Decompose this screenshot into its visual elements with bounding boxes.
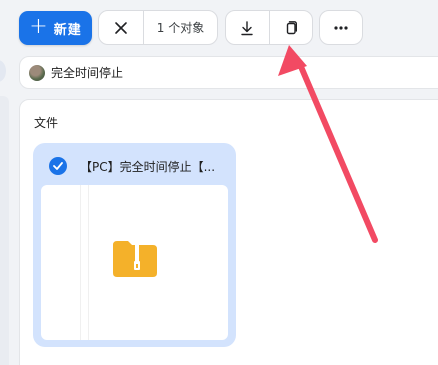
more-horizontal-icon [334, 25, 348, 30]
breadcrumb-folder-name[interactable]: 完全时间停止 [51, 64, 123, 81]
file-actions-toolbar [225, 10, 313, 45]
new-button[interactable]: + 新建 [19, 11, 92, 45]
checkmark-icon [53, 162, 63, 170]
new-button-label: 新建 [53, 22, 82, 38]
zip-folder-icon [113, 241, 157, 277]
selection-count: 1 个对象 [156, 21, 205, 35]
copy-button[interactable] [268, 11, 313, 44]
clear-selection-button[interactable] [99, 11, 144, 44]
file-name: 【PC】完全时间停止【... [80, 160, 216, 174]
more-options-button[interactable] [319, 10, 363, 45]
breadcrumb: 完全时间停止 [19, 56, 438, 89]
download-button[interactable] [226, 11, 269, 44]
selected-check-icon[interactable] [49, 157, 67, 175]
selection-toolbar: 1 个对象 [98, 10, 218, 45]
section-title: 文件 [34, 116, 59, 130]
sidebar-edge [0, 60, 6, 82]
file-list-panel: 文件 【PC】完全时间停止【... [19, 99, 438, 365]
plus-icon: + [29, 14, 48, 39]
copy-icon [286, 20, 297, 34]
file-manager-window: + 新建 1 个对象 完全时间停止 文件 【PC】完全时间停止【... [0, 0, 438, 365]
download-icon [241, 20, 253, 35]
sidebar-panel-edge [0, 96, 9, 365]
thumbnail-line [80, 185, 81, 340]
file-thumbnail [41, 185, 228, 340]
close-icon [115, 21, 127, 34]
thumbnail-line [88, 185, 89, 340]
file-card[interactable]: 【PC】完全时间停止【... [33, 143, 236, 347]
folder-avatar [29, 64, 45, 81]
